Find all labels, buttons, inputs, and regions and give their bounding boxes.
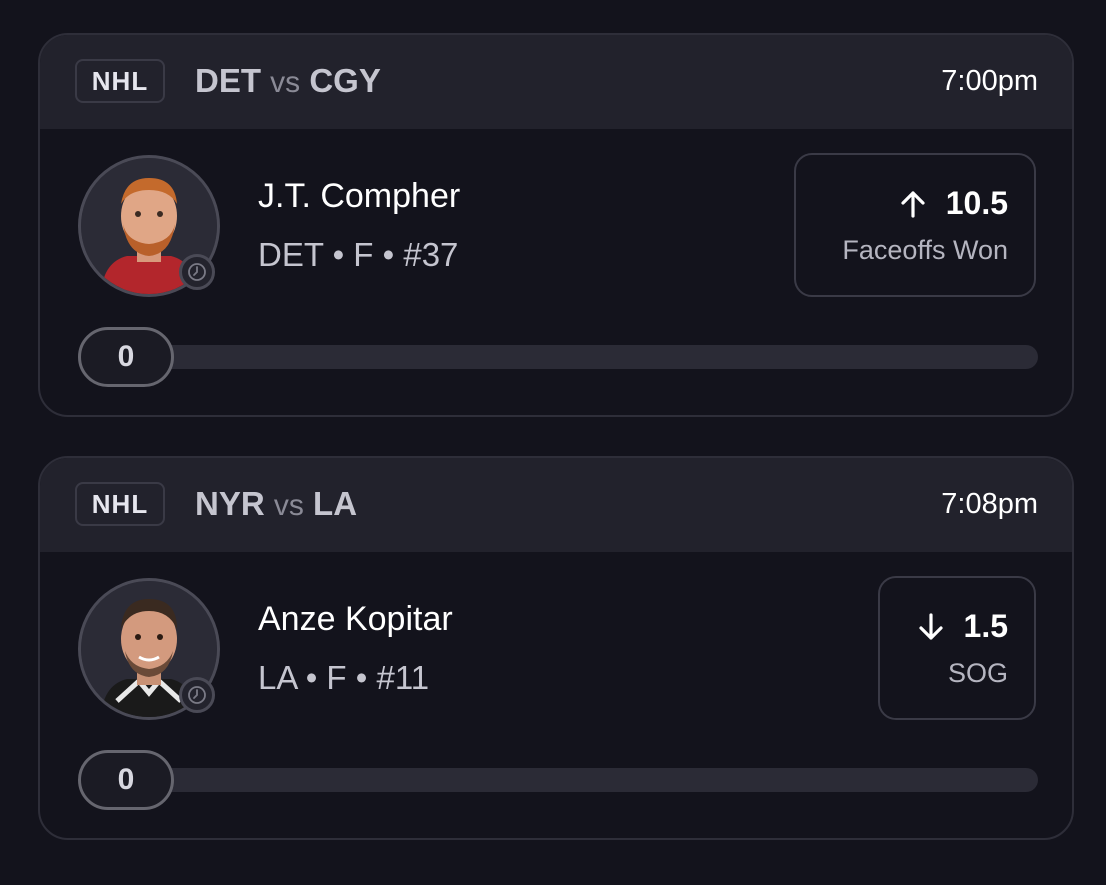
prop-stat: SOG <box>947 658 1008 688</box>
prop-line-value: 10.5 <box>945 185 1008 221</box>
vs-label: vs <box>270 66 301 99</box>
player-prop-card[interactable]: NHL DET vs CGY 7:00pm J.T. Compher DET •… <box>38 33 1074 417</box>
away-team: CGY <box>309 62 381 99</box>
matchup: NYR vs LA <box>195 485 357 523</box>
clock-icon <box>179 254 215 290</box>
progress-value: 0 <box>78 750 174 810</box>
progress-track <box>120 345 1038 369</box>
league-badge: NHL <box>75 482 165 526</box>
progress-track <box>120 768 1038 792</box>
card-header: NHL DET vs CGY 7:00pm <box>40 35 1072 129</box>
matchup: DET vs CGY <box>195 62 381 100</box>
player-prop-card[interactable]: NHL NYR vs LA 7:08pm Anze Kopitar LA • F… <box>38 456 1074 840</box>
away-team: LA <box>313 485 358 522</box>
card-header: NHL NYR vs LA 7:08pm <box>40 458 1072 552</box>
arrow-down-icon <box>918 612 943 640</box>
player-meta: DET • F • #37 <box>258 236 459 273</box>
prop-line: 1.5 <box>916 608 1008 645</box>
player-avatar <box>78 155 220 297</box>
home-team: DET <box>195 62 261 99</box>
progress-value: 0 <box>78 327 174 387</box>
player-meta: LA • F • #11 <box>258 659 430 696</box>
prop-stat: Faceoffs Won <box>842 235 1008 265</box>
game-time: 7:08pm <box>941 488 1038 520</box>
home-team: NYR <box>195 485 265 522</box>
prop-line: 10.5 <box>898 185 1008 222</box>
prop-selection[interactable]: 1.5 SOG <box>878 576 1036 720</box>
player-name: J.T. Compher <box>258 177 461 215</box>
player-name: Anze Kopitar <box>258 600 453 638</box>
prop-line-value: 1.5 <box>963 608 1008 644</box>
arrow-up-icon <box>901 190 925 218</box>
prop-selection[interactable]: 10.5 Faceoffs Won <box>794 153 1036 297</box>
vs-label: vs <box>273 489 304 522</box>
game-time: 7:00pm <box>941 65 1038 97</box>
player-avatar <box>78 578 220 720</box>
clock-icon <box>179 677 215 713</box>
league-badge: NHL <box>75 59 165 103</box>
